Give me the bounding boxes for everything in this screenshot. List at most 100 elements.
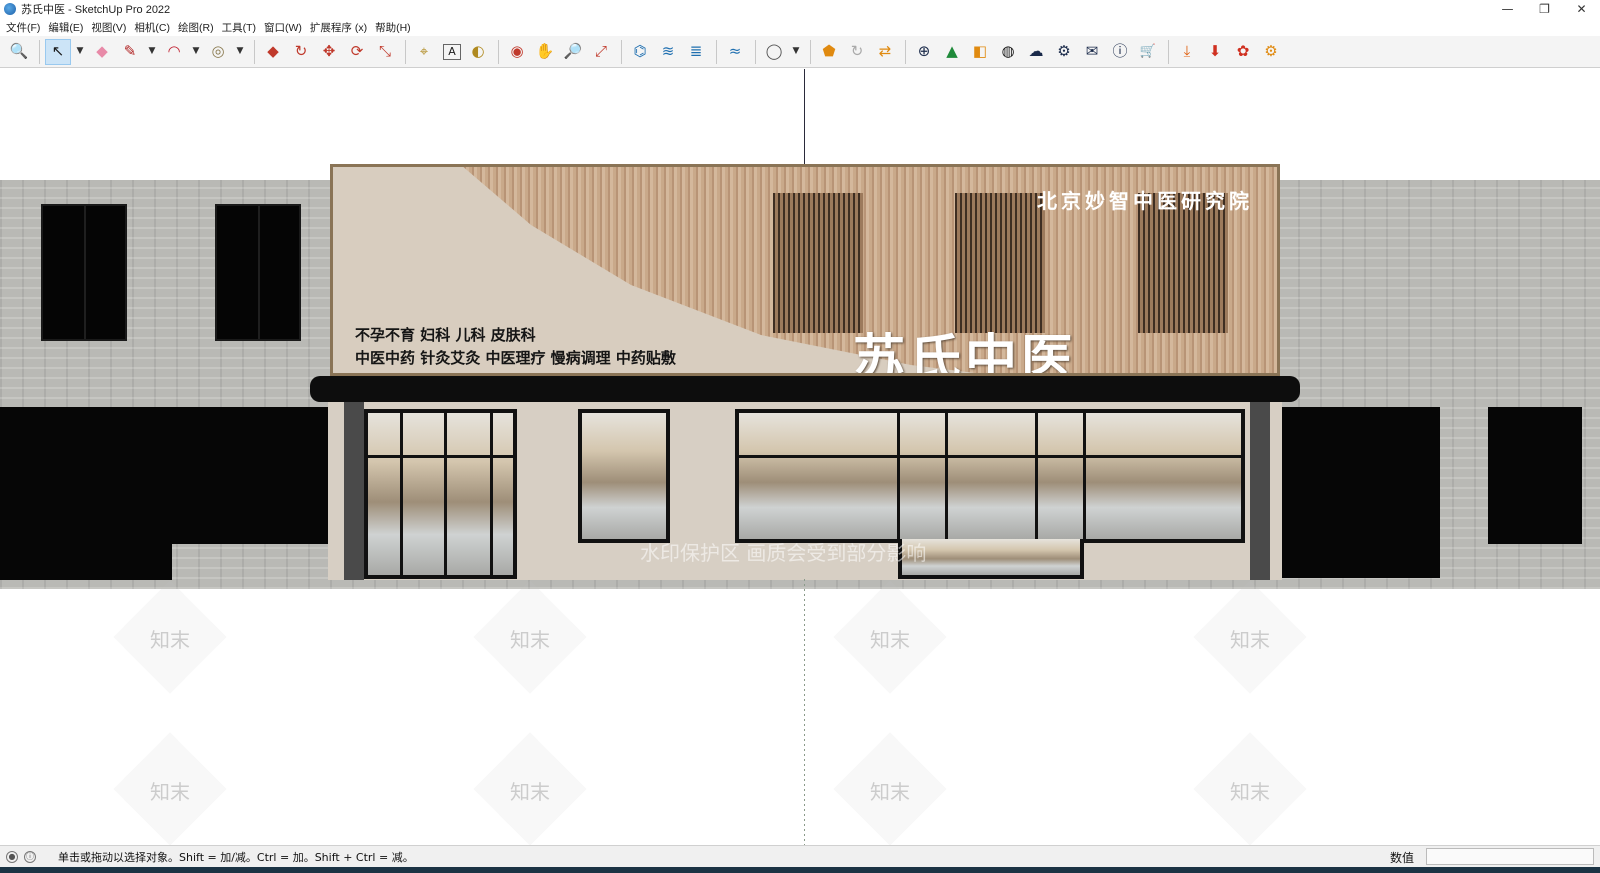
pencil-icon[interactable]: ✎ [117,39,143,65]
watermark-brand: 知末 [510,628,550,652]
menu-extensions[interactable]: 扩展程序 (x) [308,20,373,35]
upper-window-left [41,204,127,341]
text-icon[interactable]: A [443,43,461,60]
geolocation-icon[interactable]: ● [6,850,18,863]
window-controls: — ❐ ✕ [1489,0,1600,18]
shop-signboard: 北京妙智中医研究院 不孕不育 妇科 儿科 皮肤科 中医中药 针灸艾灸 中医理疗 … [330,164,1280,376]
menu-camera[interactable]: 相机(C) [132,20,176,35]
cart-icon[interactable]: 🛒 [1135,39,1161,65]
select-dropdown-icon[interactable]: ▼ [73,39,87,65]
cloud-upload-icon[interactable]: ☁ [1023,39,1049,65]
styles-icon[interactable]: ≈ [722,39,748,65]
download-icon[interactable]: ⤓ [1174,39,1200,65]
minimize-button[interactable]: — [1489,0,1526,18]
storefront-transom [739,455,1241,458]
mail-icon[interactable]: ✉ [1079,39,1105,65]
door-mullion [400,413,403,575]
glass-door-left [364,409,517,579]
sign-slat-panel [955,193,1045,333]
lower-right-window [1488,407,1582,544]
extension-manager-icon[interactable]: ✿ [1230,39,1256,65]
shape-icon[interactable]: ◎ [205,39,231,65]
eraser-icon[interactable]: ◆ [89,39,115,65]
toolbar-separator [498,39,499,64]
door-mullion [490,413,493,575]
account-dropdown-icon[interactable]: ▼ [789,39,803,65]
storefront-mullion [1035,413,1038,539]
arc-icon[interactable]: ◠ [161,39,187,65]
watermark-brand: 知末 [870,780,910,804]
orbit-icon[interactable]: ◉ [504,39,530,65]
rotate-icon[interactable]: ⟳ [344,39,370,65]
menu-window[interactable]: 窗口(W) [262,20,308,35]
storefront-mullion [1083,413,1086,539]
follow-me-icon[interactable]: ↻ [288,39,314,65]
measurements-label: 数值 [1389,851,1414,865]
pan-icon[interactable]: ✋ [532,39,558,65]
toolbar-separator [254,39,255,64]
pattern-icon[interactable]: ◍ [995,39,1021,65]
tags-icon[interactable]: ⌬ [627,39,653,65]
push-pull-icon[interactable]: ◆ [260,39,286,65]
credits-icon[interactable]: ⓘ [24,850,36,863]
info-icon[interactable]: ⓘ [1107,39,1133,65]
tape-measure-icon[interactable]: ⌖ [411,39,437,65]
sign-services-line-2: 中医中药 针灸艾灸 中医理疗 慢病调理 中药贴敷 [355,349,676,367]
taskbar-edge [0,867,1600,873]
menu-file[interactable]: 文件(F) [4,20,46,35]
extension-settings-icon[interactable]: ⚙ [1258,39,1284,65]
sections-icon[interactable]: ≣ [683,39,709,65]
toolbar: 🔍 ↖ ▼ ◆ ✎ ▼ ◠ ▼ ◎ ▼ ◆ ↻ ✥ ⟳ ⤡ ⌖ A ◐ ◉ ✋ … [0,36,1600,68]
glass-storefront-right [735,409,1245,543]
sync-icon[interactable]: ↻ [844,39,870,65]
menu-tools[interactable]: 工具(T) [220,20,262,35]
zoom-extents-icon[interactable]: 🔍 [6,39,32,65]
green-axis-dotted [804,579,805,845]
watermark-brand: 知末 [150,780,190,804]
layers-icon[interactable]: ≋ [655,39,681,65]
toolbar-separator [905,39,906,64]
sign-slat-panel [1138,193,1228,333]
install-extension-icon[interactable]: ⬇ [1202,39,1228,65]
lower-left-storefront-base [0,544,172,580]
blue-axis-line [804,69,805,164]
settings-gear-icon[interactable]: ⚙ [1051,39,1077,65]
zoom-icon[interactable]: 🔎 [560,39,586,65]
model-viewport[interactable]: 北京妙智中医研究院 不孕不育 妇科 儿科 皮肤科 中医中药 针灸艾灸 中医理疗 … [0,69,1600,845]
menu-bar: 文件(F) 编辑(E) 视图(V) 相机(C) 绘图(R) 工具(T) 窗口(W… [0,18,1600,36]
photo-texture-icon[interactable]: ◧ [967,39,993,65]
restore-button[interactable]: ❐ [1526,0,1563,18]
account-icon[interactable]: ◯ [761,39,787,65]
watermark-brand: 知末 [1230,628,1270,652]
select-icon[interactable]: ↖ [45,38,71,65]
add-icon[interactable]: ⊕ [911,39,937,65]
tree-icon[interactable]: ▲ [939,39,965,65]
share-model-icon[interactable]: ⇄ [872,39,898,65]
zoom-window-icon[interactable]: ⤢ [588,39,614,65]
toolbar-separator [621,39,622,64]
status-bar: ● ⓘ 单击或拖动以选择对象。Shift = 加/减。Ctrl = 加。Shif… [0,845,1600,867]
storefront-mullion [945,413,948,539]
display-window-center [578,409,670,543]
sign-canopy [310,376,1300,402]
watermark-brand: 知末 [870,628,910,652]
arc-dropdown-icon[interactable]: ▼ [189,39,203,65]
menu-draw[interactable]: 绘图(R) [176,20,220,35]
pencil-dropdown-icon[interactable]: ▼ [145,39,159,65]
menu-edit[interactable]: 编辑(E) [46,20,89,35]
close-button[interactable]: ✕ [1563,0,1600,18]
paint-bucket-icon[interactable]: ◐ [465,39,491,65]
scale-icon[interactable]: ⤡ [372,39,398,65]
toolbar-separator [810,39,811,64]
menu-help[interactable]: 帮助(H) [373,20,417,35]
lower-right-storefront [1280,407,1440,578]
status-hint: 单击或拖动以选择对象。Shift = 加/减。Ctrl = 加。Shift + … [58,850,414,864]
warehouse-icon[interactable]: ⬟ [816,39,842,65]
title-bar: 苏氏中医 - SketchUp Pro 2022 — ❐ ✕ [0,0,1600,18]
window-title: 苏氏中医 - SketchUp Pro 2022 [21,4,171,16]
move-icon[interactable]: ✥ [316,39,342,65]
measurements-input[interactable] [1426,848,1594,865]
watermark-notice: 水印保护区 画质会受到部分影响 [640,541,927,565]
menu-view[interactable]: 视图(V) [89,20,132,35]
shape-dropdown-icon[interactable]: ▼ [233,39,247,65]
